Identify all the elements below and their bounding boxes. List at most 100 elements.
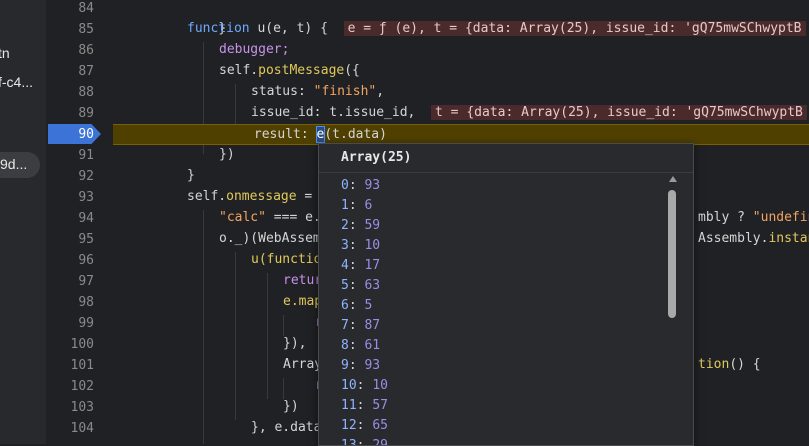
entry-value: 65 [372,418,388,433]
current-execution-line: result: e(t.data) [113,124,809,145]
array-entry[interactable]: 8: 61 [341,336,380,356]
line-number[interactable]: 92 [46,166,94,187]
popup-divider [319,172,693,173]
line-number[interactable]: 84 [46,0,94,19]
array-entry[interactable]: 10: 10 [341,376,388,396]
entry-index: 4 [341,258,349,273]
inline-value: e = ƒ (e), t = {data: Array(25), issue_i… [343,21,806,36]
side-panel: tn f-c4... 9d... [0,0,46,444]
breakpoint-line-number[interactable]: 90 [46,124,94,145]
entry-colon: : [348,318,365,333]
entry-value: 63 [364,278,381,293]
indent-guide [267,273,268,399]
indent-guide [203,210,204,444]
code-line-95-right: Assembly.instan [698,231,809,246]
entry-index: 0 [341,178,349,193]
code-line-94-right: mbly ? "undefin [698,210,809,225]
entry-index: 8 [341,338,349,353]
line-number[interactable]: 99 [46,313,94,334]
array-entry[interactable]: 13: 29 [341,436,388,446]
code-line-86: debugger; [219,42,290,57]
indent-guide [235,252,236,420]
entry-colon: : [348,198,365,213]
entry-colon: : [348,218,365,233]
entry-colon: : [348,238,365,253]
entry-index: 3 [341,238,349,253]
entry-index: 7 [341,318,349,333]
entry-index: 1 [341,198,349,213]
line-number[interactable]: 100 [46,334,94,355]
entry-value: 10 [372,378,388,393]
entry-colon: : [356,438,373,446]
line-number[interactable]: 102 [46,376,94,397]
entry-index: 12 [341,418,357,433]
entry-colon: : [356,378,373,393]
entry-colon: : [348,338,365,353]
side-panel-chip-label: 9d... [0,156,28,172]
line-number[interactable]: 91 [46,145,94,166]
code-line-101-right: tion() { [698,357,761,372]
entry-index: 2 [341,218,349,233]
entry-value: 87 [364,318,381,333]
array-entry[interactable]: 12: 65 [341,416,388,436]
entry-index: 9 [341,358,349,373]
line-number[interactable]: 94 [46,208,94,229]
line-number[interactable]: 98 [46,292,94,313]
array-entry[interactable]: 6: 5 [341,296,372,316]
entry-colon: : [348,258,365,273]
line-number[interactable]: 95 [46,229,94,250]
array-entry[interactable]: 11: 57 [341,396,388,416]
entry-value: 29 [372,438,388,446]
code-line-88: status: "finish", [251,84,385,99]
entry-value: 6 [364,198,373,213]
line-number[interactable]: 101 [46,355,94,376]
array-entry[interactable]: 5: 63 [341,276,380,296]
entry-value: 93 [364,178,381,193]
entry-index: 6 [341,298,349,313]
array-entry[interactable]: 1: 6 [341,196,372,216]
entry-value: 10 [364,238,381,253]
side-panel-item[interactable]: f-c4... [0,74,33,90]
popup-scrollbar[interactable] [667,176,679,445]
line-number[interactable]: 89 [46,103,94,124]
array-entry[interactable]: 2: 59 [341,216,380,236]
entry-index: 10 [341,378,357,393]
scroll-up-arrow-icon[interactable] [669,176,677,182]
popup-title: Array(25) [341,150,412,165]
line-number[interactable]: 97 [46,271,94,292]
line-number[interactable]: 88 [46,82,94,103]
entry-value: 93 [364,358,381,373]
array-entry[interactable]: 3: 10 [341,236,380,256]
array-entry[interactable]: 9: 93 [341,356,380,376]
entry-index: 13 [341,438,357,446]
entry-index: 5 [341,278,349,293]
scroll-thumb[interactable] [668,190,676,318]
array-entry[interactable]: 4: 17 [341,256,380,276]
code-line-87: self.postMessage({ [219,63,360,78]
entry-value: 59 [364,218,381,233]
line-number[interactable]: 104 [46,418,94,439]
variable-hover-popup[interactable]: Array(25) 0: 93 1: 6 2: 59 3: 10 4: 17 5: 63 6… [318,143,694,446]
side-panel-chip[interactable]: 9d... [0,152,40,178]
entry-colon: : [348,298,365,313]
entry-colon: : [348,358,365,373]
array-entry[interactable]: 7: 87 [341,316,380,336]
line-number[interactable]: 96 [46,250,94,271]
code-line-89: issue_id: t.issue_id, t = {data: Array(2… [251,102,809,123]
entry-value: 61 [364,338,381,353]
line-number[interactable]: 86 [46,40,94,61]
line-number[interactable]: 87 [46,61,94,82]
entry-value: 5 [364,298,373,313]
entry-value: 17 [364,258,381,273]
entry-colon: : [348,178,365,193]
line-number[interactable]: 103 [46,397,94,418]
line-number[interactable]: 93 [46,187,94,208]
inline-value: t = {data: Array(25), issue_id: 'gQ75mwS… [431,105,807,120]
array-entry[interactable]: 0: 93 [341,176,380,196]
line-number[interactable]: 85 [46,19,94,40]
code-line-84: } [218,21,227,36]
code-line-85: function u(e, t) { e = ƒ (e), t = {data:… [187,18,809,39]
side-panel-item[interactable]: tn [0,45,10,61]
entry-value: 57 [372,398,388,413]
entry-index: 11 [341,398,357,413]
